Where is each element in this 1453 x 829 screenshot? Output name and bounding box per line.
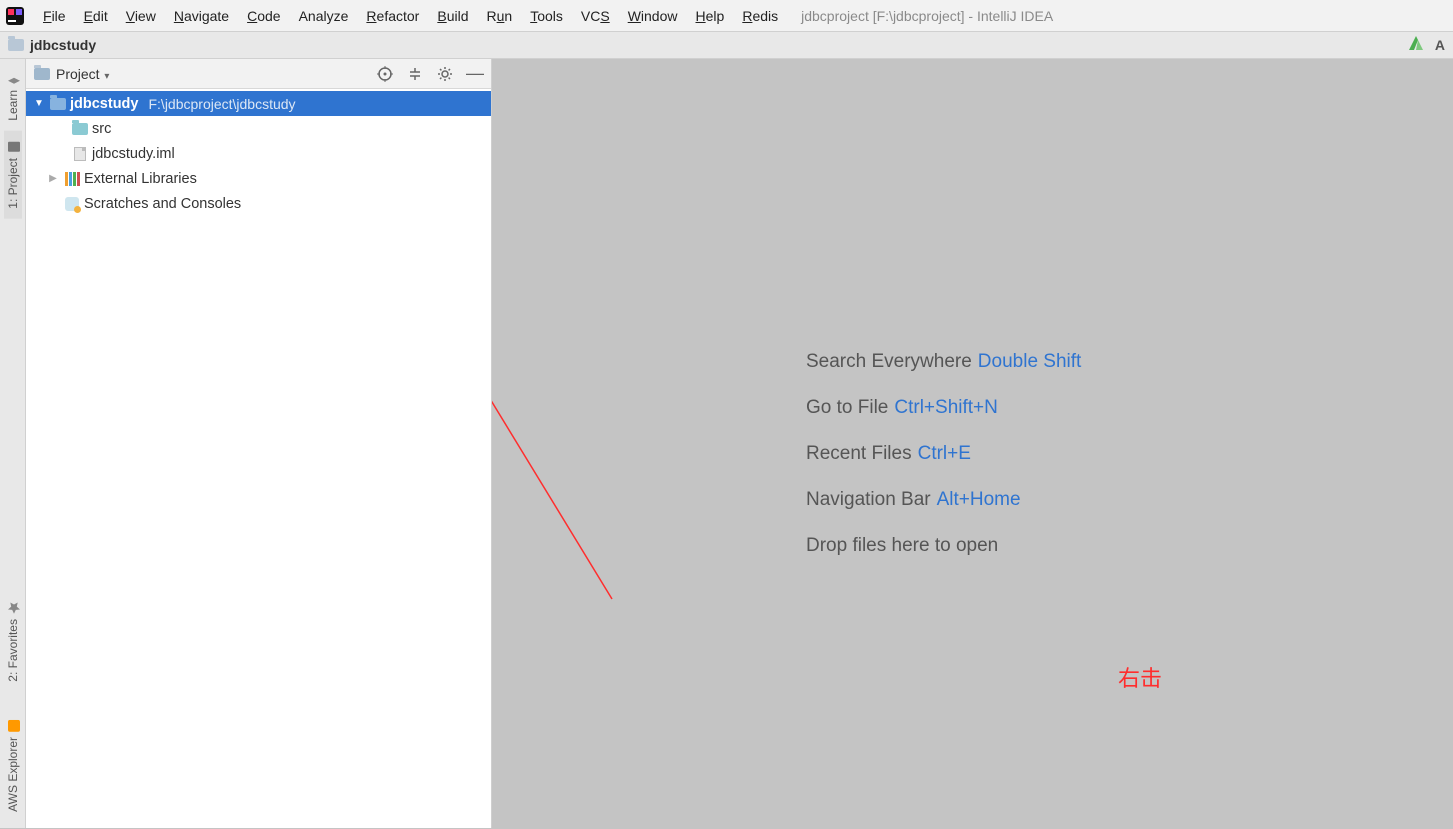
project-tool-window: Project ▾ — ▼ jdbcstudy F:\jdbcproject\j… bbox=[26, 59, 492, 828]
scratches-icon bbox=[64, 197, 80, 211]
shortcut: Ctrl+Shift+N bbox=[894, 397, 997, 419]
window-title: jdbcproject [F:\jdbcproject] - IntelliJ … bbox=[801, 8, 1053, 24]
menu-tools[interactable]: Tools bbox=[521, 4, 572, 28]
shortcut: Double Shift bbox=[978, 351, 1082, 373]
tab-aws-explorer[interactable]: AWS Explorer bbox=[4, 710, 22, 822]
tree-label: External Libraries bbox=[84, 171, 197, 187]
gear-icon[interactable] bbox=[437, 66, 453, 82]
chevron-down-icon[interactable]: ▼ bbox=[32, 98, 46, 109]
menu-bar: File Edit View Navigate Code Analyze Ref… bbox=[0, 0, 1453, 31]
source-folder-icon bbox=[72, 122, 88, 136]
tree-node-scratches[interactable]: Scratches and Consoles bbox=[26, 191, 491, 216]
editor-empty-area[interactable]: Search Everywhere Double Shift Go to Fil… bbox=[492, 59, 1453, 828]
locate-icon[interactable] bbox=[377, 66, 393, 82]
menu-edit[interactable]: Edit bbox=[75, 4, 117, 28]
left-tool-gutter: Learn 1: Project 2: Favorites AWS Explor… bbox=[0, 59, 26, 828]
toolbar-overflow[interactable]: A bbox=[1435, 37, 1445, 53]
breadcrumb-root[interactable]: jdbcstudy bbox=[30, 37, 96, 53]
menu-file[interactable]: File bbox=[34, 4, 75, 28]
menu-navigate[interactable]: Navigate bbox=[165, 4, 238, 28]
menu-build[interactable]: Build bbox=[428, 4, 477, 28]
hint-go-to-file: Go to File Ctrl+Shift+N bbox=[806, 397, 1081, 419]
libraries-icon bbox=[64, 172, 80, 186]
menu-help[interactable]: Help bbox=[687, 4, 734, 28]
project-view-selector[interactable]: Project ▾ bbox=[56, 66, 109, 82]
tree-label: Scratches and Consoles bbox=[84, 196, 241, 212]
module-folder-icon bbox=[50, 97, 66, 111]
tab-learn[interactable]: Learn bbox=[4, 63, 22, 131]
intellij-logo-icon bbox=[6, 7, 24, 25]
annotation-text: 右击 bbox=[1118, 661, 1162, 693]
folder-icon bbox=[34, 68, 50, 80]
collapse-all-icon[interactable] bbox=[407, 66, 423, 82]
menu-vcs[interactable]: VCS bbox=[572, 4, 619, 28]
hint-drop-files: Drop files here to open bbox=[806, 535, 1081, 557]
hint-search-everywhere: Search Everywhere Double Shift bbox=[806, 351, 1081, 373]
tree-node-iml[interactable]: jdbcstudy.iml bbox=[26, 141, 491, 166]
aws-icon bbox=[7, 720, 19, 732]
menu-analyze[interactable]: Analyze bbox=[290, 4, 358, 28]
tree-node-src[interactable]: src bbox=[26, 116, 491, 141]
menu-redis[interactable]: Redis bbox=[733, 4, 787, 28]
welcome-hints: Search Everywhere Double Shift Go to Fil… bbox=[806, 351, 1081, 557]
project-icon bbox=[7, 141, 19, 153]
build-icon[interactable] bbox=[1407, 34, 1425, 57]
tab-favorites[interactable]: 2: Favorites bbox=[4, 592, 22, 692]
tree-path: F:\jdbcproject\jdbcstudy bbox=[148, 96, 295, 112]
hide-icon[interactable]: — bbox=[467, 66, 483, 82]
project-tree: ▼ jdbcstudy F:\jdbcproject\jdbcstudy src… bbox=[26, 89, 491, 218]
navigation-bar: jdbcstudy A bbox=[0, 31, 1453, 59]
tab-project[interactable]: 1: Project bbox=[4, 131, 22, 219]
menu-refactor[interactable]: Refactor bbox=[357, 4, 428, 28]
graduation-cap-icon bbox=[7, 73, 19, 85]
chevron-right-icon[interactable]: ▶ bbox=[46, 173, 60, 184]
hint-recent-files: Recent Files Ctrl+E bbox=[806, 443, 1081, 465]
tree-label: jdbcstudy bbox=[70, 96, 138, 112]
shortcut: Alt+Home bbox=[937, 489, 1021, 511]
menu-window[interactable]: Window bbox=[619, 4, 687, 28]
menu-view[interactable]: View bbox=[117, 4, 165, 28]
folder-icon bbox=[8, 39, 24, 51]
tree-node-external-libraries[interactable]: ▶ External Libraries bbox=[26, 166, 491, 191]
tree-node-module-root[interactable]: ▼ jdbcstudy F:\jdbcproject\jdbcstudy bbox=[26, 91, 491, 116]
shortcut: Ctrl+E bbox=[918, 443, 971, 465]
file-icon bbox=[72, 147, 88, 161]
hint-navigation-bar: Navigation Bar Alt+Home bbox=[806, 489, 1081, 511]
menu-code[interactable]: Code bbox=[238, 4, 289, 28]
star-icon bbox=[7, 602, 19, 614]
tree-label: jdbcstudy.iml bbox=[92, 146, 175, 162]
tree-label: src bbox=[92, 121, 111, 137]
project-pane-header: Project ▾ — bbox=[26, 59, 491, 89]
menu-run[interactable]: Run bbox=[477, 4, 521, 28]
